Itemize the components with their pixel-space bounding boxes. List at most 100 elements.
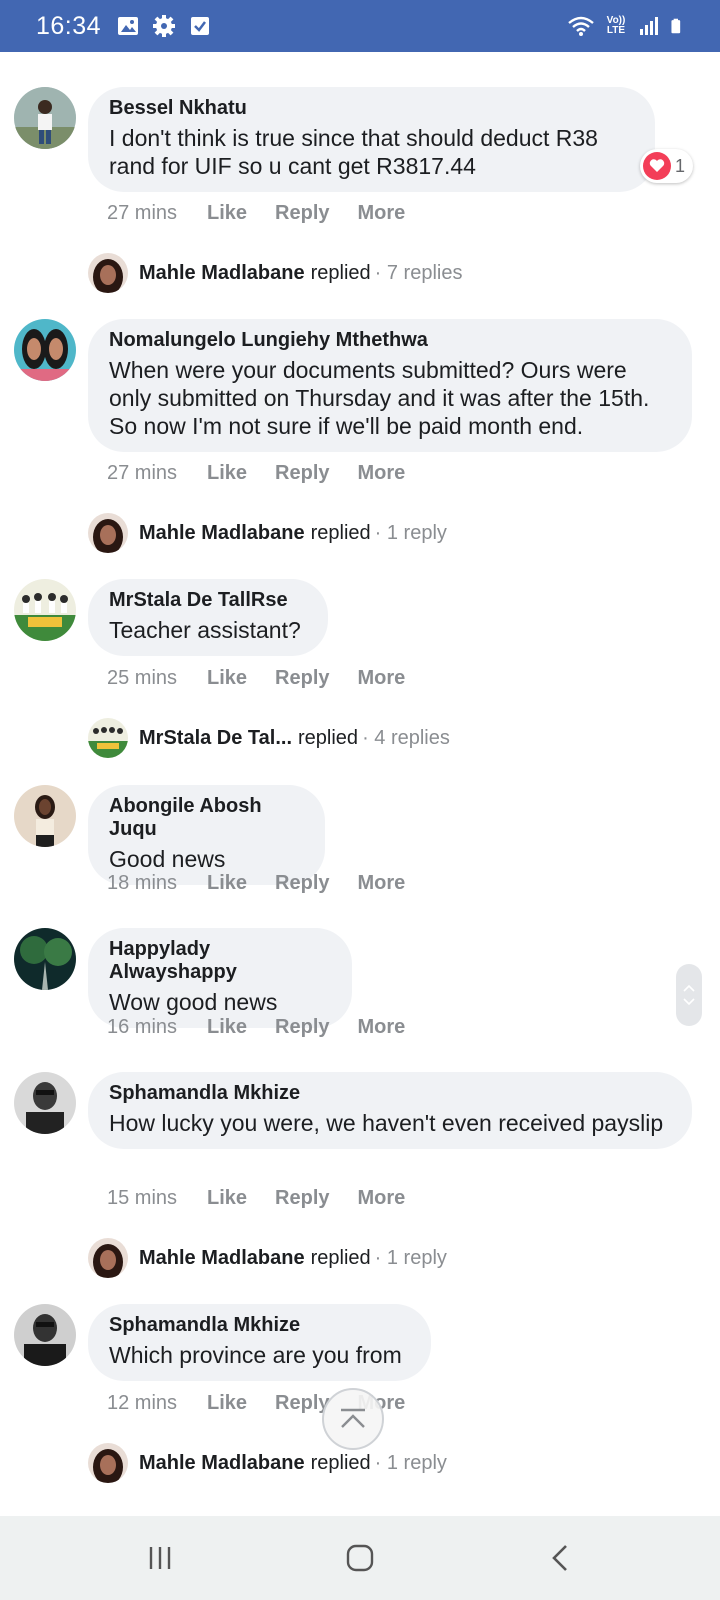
home-button[interactable]: [330, 1538, 390, 1578]
gear-icon: [153, 15, 176, 37]
checkbox-icon: [191, 17, 210, 35]
replied-text: replied: [310, 1451, 371, 1474]
reply-author: Mahle Madlabane: [139, 261, 305, 284]
comment-text: Wow good news: [109, 989, 278, 1015]
avatar[interactable]: [14, 579, 76, 641]
avatar: [88, 253, 128, 293]
comment-author[interactable]: Bessel Nkhatu: [109, 97, 635, 120]
heart-icon: [643, 152, 671, 180]
comment-bubble[interactable]: Abongile Abosh Juqu Good news: [88, 785, 325, 885]
comment-bubble[interactable]: Sphamandla Mkhize How lucky you were, we…: [88, 1072, 692, 1149]
reply-button[interactable]: Reply: [275, 667, 329, 690]
comment-time: 15 mins: [107, 1187, 178, 1209]
home-icon: [346, 1544, 374, 1572]
more-button[interactable]: More: [358, 1016, 406, 1039]
replies-link[interactable]: Mahle Madlabane replied · 1 reply: [88, 513, 447, 553]
more-button[interactable]: More: [358, 462, 406, 485]
signal-icon: [640, 17, 658, 35]
back-icon: [552, 1545, 567, 1571]
reply-count: · 1 reply: [374, 521, 447, 544]
avatar: [88, 1443, 128, 1483]
replies-link[interactable]: Mahle Madlabane replied · 7 replies: [88, 253, 462, 293]
comment-time: 27 mins: [107, 202, 178, 224]
comment-author[interactable]: Sphamandla Mkhize: [109, 1314, 411, 1337]
comment-actions: 12 mins Like Reply More: [107, 1392, 433, 1415]
comment-actions: 25 mins Like Reply More: [107, 667, 433, 690]
reply-button[interactable]: Reply: [275, 1187, 329, 1210]
comment-bubble[interactable]: Bessel Nkhatu I don't think is true sinc…: [88, 87, 655, 192]
like-button[interactable]: Like: [207, 667, 247, 690]
reply-author: Mahle Madlabane: [139, 1246, 305, 1269]
reply-button[interactable]: Reply: [275, 872, 329, 895]
chevron-up-icon: [683, 984, 695, 992]
comment-bubble[interactable]: Happylady Alwayshappy Wow good news: [88, 928, 352, 1028]
avatar[interactable]: [14, 785, 76, 847]
scroll-to-top-button[interactable]: [322, 1388, 384, 1450]
comment-actions: 27 mins Like Reply More: [107, 462, 433, 485]
like-button[interactable]: Like: [207, 1187, 247, 1210]
reaction-badge[interactable]: 1: [640, 149, 694, 183]
avatar[interactable]: [14, 928, 76, 990]
replies-link[interactable]: Mahle Madlabane replied · 1 reply: [88, 1443, 447, 1483]
replies-link[interactable]: Mahle Madlabane replied · 1 reply: [88, 1238, 447, 1278]
like-button[interactable]: Like: [207, 1392, 247, 1415]
comment-bubble[interactable]: Nomalungelo Lungiehy Mthethwa When were …: [88, 319, 692, 452]
comment-actions: 27 mins Like Reply More: [107, 202, 433, 225]
image-icon: [118, 17, 139, 35]
comment-actions: 16 mins Like Reply More: [107, 1016, 433, 1039]
like-button[interactable]: Like: [207, 1016, 247, 1039]
comment-text: Which province are you from: [109, 1342, 402, 1368]
comment-actions: 18 mins Like Reply More: [107, 872, 433, 895]
reply-count: · 1 reply: [374, 1451, 447, 1474]
replied-text: replied: [298, 726, 359, 749]
avatar: [88, 513, 128, 553]
comment-time: 16 mins: [107, 1016, 178, 1038]
reply-button[interactable]: Reply: [275, 1392, 329, 1415]
comments-feed[interactable]: Bessel Nkhatu I don't think is true sinc…: [0, 52, 720, 1516]
battery-icon: [671, 18, 681, 34]
chevron-down-icon: [683, 998, 695, 1006]
comment-bubble[interactable]: MrStala De TallRse Teacher assistant?: [88, 579, 328, 656]
avatar: [88, 718, 128, 758]
avatar[interactable]: [14, 1304, 76, 1366]
replied-text: replied: [310, 1246, 371, 1269]
fast-scroll-handle[interactable]: [676, 964, 702, 1026]
arrow-up-to-top-icon: [341, 1408, 365, 1428]
comment-text: When were your documents submitted? Ours…: [109, 357, 650, 439]
more-button[interactable]: More: [358, 202, 406, 225]
reply-button[interactable]: Reply: [275, 462, 329, 485]
reaction-count: 1: [675, 155, 686, 176]
more-button[interactable]: More: [358, 872, 406, 895]
system-navigation-bar: [0, 1516, 720, 1600]
comment-text: I don't think is true since that should …: [109, 125, 598, 179]
reply-author: Mahle Madlabane: [139, 521, 305, 544]
reply-count: · 7 replies: [374, 261, 463, 284]
back-button[interactable]: [530, 1538, 590, 1578]
status-bar: 16:34 Vo)) LTE: [0, 0, 720, 52]
recent-apps-button[interactable]: [130, 1538, 190, 1578]
like-button[interactable]: Like: [207, 462, 247, 485]
comment-text: How lucky you were, we haven't even rece…: [109, 1110, 664, 1136]
reply-button[interactable]: Reply: [275, 1016, 329, 1039]
replies-link[interactable]: MrStala De Tal... replied · 4 replies: [88, 718, 450, 758]
like-button[interactable]: Like: [207, 202, 247, 225]
comment-author[interactable]: Happylady Alwayshappy: [109, 938, 332, 984]
reply-author: Mahle Madlabane: [139, 1451, 305, 1474]
more-button[interactable]: More: [358, 1187, 406, 1210]
avatar[interactable]: [14, 1072, 76, 1134]
reply-count: · 4 replies: [362, 726, 450, 749]
reply-button[interactable]: Reply: [275, 202, 329, 225]
comment-time: 18 mins: [107, 872, 178, 894]
reply-count: · 1 reply: [374, 1246, 447, 1269]
more-button[interactable]: More: [358, 667, 406, 690]
comment-author[interactable]: Abongile Abosh Juqu: [109, 795, 305, 841]
comment-time: 25 mins: [107, 667, 178, 689]
avatar[interactable]: [14, 87, 76, 149]
like-button[interactable]: Like: [207, 872, 247, 895]
comment-author[interactable]: Sphamandla Mkhize: [109, 1082, 672, 1105]
recent-apps-icon: [149, 1547, 171, 1569]
avatar[interactable]: [14, 319, 76, 381]
comment-author[interactable]: MrStala De TallRse: [109, 589, 308, 612]
comment-author[interactable]: Nomalungelo Lungiehy Mthethwa: [109, 329, 672, 352]
comment-bubble[interactable]: Sphamandla Mkhize Which province are you…: [88, 1304, 431, 1381]
